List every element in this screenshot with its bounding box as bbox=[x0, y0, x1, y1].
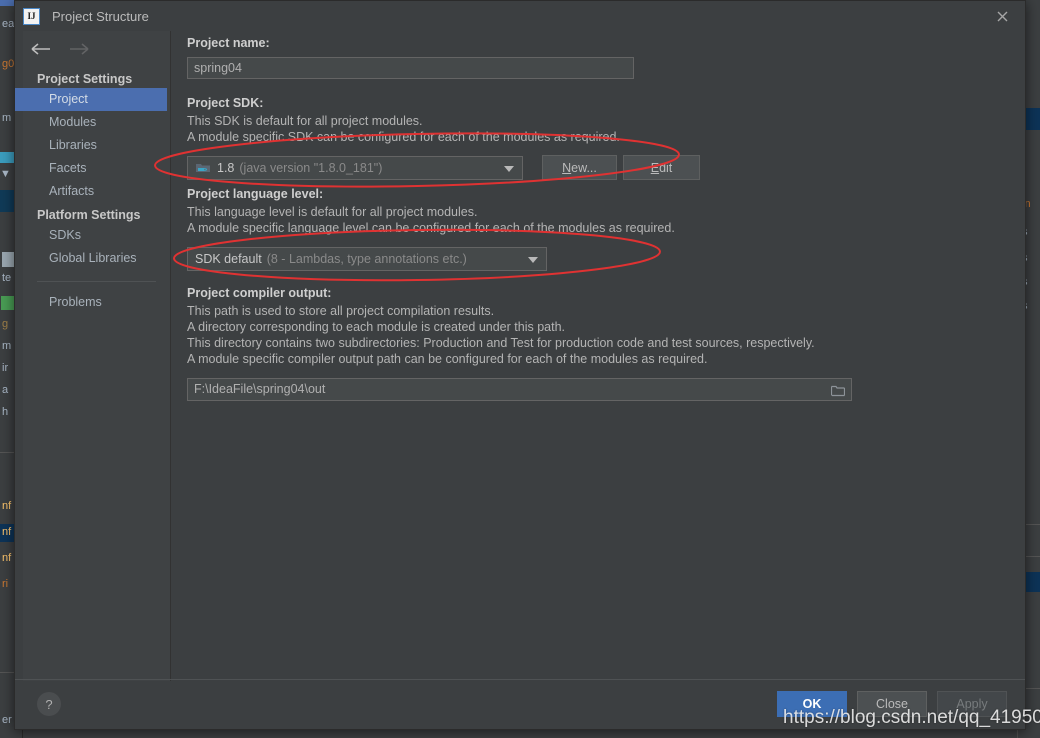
ide-text-fragment: te bbox=[2, 272, 12, 284]
edit-sdk-button[interactable]: Edit bbox=[623, 155, 700, 180]
ide-text-fragment: g bbox=[2, 318, 9, 330]
project-sdk-section: Project SDK: This SDK is default for all… bbox=[187, 96, 700, 180]
project-sdk-label: Project SDK: bbox=[187, 96, 264, 110]
project-compiler-output-description-line-3: This directory contains two subdirectori… bbox=[187, 336, 815, 350]
new-sdk-button-label-rest: ew... bbox=[571, 160, 597, 175]
project-compiler-output-row: F:\IdeaFile\spring04\out bbox=[187, 378, 852, 401]
navigation-arrows bbox=[23, 31, 170, 67]
ide-text-fragment: nf bbox=[2, 526, 12, 538]
sidebar-divider bbox=[37, 281, 156, 282]
project-language-level-description-line-1: This language level is default for all p… bbox=[187, 205, 478, 219]
ide-text-fragment: nf bbox=[2, 552, 12, 564]
nav-group-title-platform-settings: Platform Settings bbox=[37, 208, 141, 222]
project-language-level-combo[interactable]: SDK default (8 - Lambdas, type annotatio… bbox=[187, 247, 547, 271]
ide-text-fragment: g0 bbox=[2, 58, 15, 70]
project-compiler-output-description-line-4: A module specific compiler output path c… bbox=[187, 352, 708, 366]
project-structure-dialog: IJ Project Structure Project Settings Pr… bbox=[14, 0, 1026, 730]
project-name-section: Project name: spring04 bbox=[187, 36, 634, 79]
ide-text-fragment: er bbox=[2, 714, 12, 726]
project-language-level-label: Project language level: bbox=[187, 187, 324, 201]
project-language-level-value-detail: (8 - Lambdas, type annotations etc.) bbox=[266, 252, 467, 266]
ide-caret-fragment: ▼ bbox=[0, 168, 11, 180]
project-sdk-value: 1.8 bbox=[217, 160, 235, 175]
sidebar-item-project[interactable]: Project bbox=[15, 88, 167, 111]
edit-sdk-button-label-rest: dit bbox=[659, 160, 673, 175]
dialog-title: Project Structure bbox=[52, 8, 149, 24]
project-name-label: Project name: bbox=[187, 36, 270, 50]
close-icon[interactable] bbox=[987, 5, 1017, 27]
project-compiler-output-input[interactable]: F:\IdeaFile\spring04\out bbox=[187, 378, 852, 401]
project-settings-panel: Project name: spring04 Project SDK: This… bbox=[171, 31, 1025, 681]
ide-color-swatch bbox=[0, 152, 14, 163]
help-question-icon[interactable]: ? bbox=[37, 692, 61, 716]
sidebar-item-sdks[interactable]: SDKs bbox=[23, 224, 170, 247]
project-sdk-description-line-1: This SDK is default for all project modu… bbox=[187, 114, 423, 128]
dialog-titlebar: IJ Project Structure bbox=[15, 1, 1025, 31]
project-language-level-description-line-2: A module specific language level can be … bbox=[187, 221, 675, 235]
java-sdk-icon bbox=[195, 161, 211, 175]
project-compiler-output-description-line-2: A directory corresponding to each module… bbox=[187, 320, 565, 334]
project-name-input[interactable]: spring04 bbox=[187, 57, 634, 79]
edit-sdk-button-mnemonic: E bbox=[650, 160, 660, 175]
watermark-url: https://blog.csdn.net/qq_41950447 bbox=[783, 707, 1040, 728]
ide-text-fragment: ea bbox=[2, 18, 15, 30]
ide-text-fragment: a bbox=[2, 384, 9, 396]
ide-text-fragment: ir bbox=[2, 362, 9, 374]
sidebar-item-problems[interactable]: Problems bbox=[23, 291, 170, 314]
project-sdk-value-detail: (java version "1.8.0_181") bbox=[239, 160, 383, 175]
ide-text-fragment: h bbox=[2, 406, 9, 418]
dialog-body: Project Settings Project Modules Librari… bbox=[15, 31, 1025, 681]
chevron-down-icon[interactable] bbox=[528, 257, 538, 263]
project-language-level-value: SDK default bbox=[195, 252, 262, 266]
folder-browse-icon[interactable] bbox=[830, 384, 846, 402]
sidebar-item-global-libraries[interactable]: Global Libraries bbox=[23, 247, 170, 270]
sidebar-item-facets[interactable]: Facets bbox=[23, 157, 170, 180]
sidebar-item-artifacts[interactable]: Artifacts bbox=[23, 180, 170, 203]
sidebar-item-libraries[interactable]: Libraries bbox=[23, 134, 170, 157]
sidebar-item-modules[interactable]: Modules bbox=[23, 111, 170, 134]
chevron-down-icon[interactable] bbox=[504, 165, 514, 172]
intellij-idea-logo-icon: IJ bbox=[23, 7, 40, 25]
project-language-level-section: Project language level: This language le… bbox=[187, 187, 675, 271]
ide-text-fragment: m bbox=[2, 340, 12, 352]
arrow-right-icon[interactable] bbox=[69, 42, 89, 56]
arrow-left-icon[interactable] bbox=[31, 42, 51, 56]
ide-text-fragment: ri bbox=[2, 578, 9, 590]
project-sdk-combo[interactable]: 1.8 (java version "1.8.0_181") bbox=[187, 155, 523, 180]
project-language-level-row: SDK default (8 - Lambdas, type annotatio… bbox=[187, 247, 675, 271]
ide-text-fragment: m bbox=[2, 112, 12, 124]
nav-group-title-project-settings: Project Settings bbox=[37, 72, 133, 86]
project-compiler-output-section: Project compiler output: This path is us… bbox=[187, 286, 852, 401]
settings-sidebar: Project Settings Project Modules Librari… bbox=[15, 31, 171, 681]
new-sdk-button[interactable]: New... bbox=[542, 155, 617, 180]
ide-text-fragment: nf bbox=[2, 500, 12, 512]
project-sdk-description-line-2: A module specific SDK can be configured … bbox=[187, 130, 620, 144]
project-compiler-output-description-line-1: This path is used to store all project c… bbox=[187, 304, 495, 318]
project-sdk-row: 1.8 (java version "1.8.0_181") New... Ed… bbox=[187, 155, 700, 180]
project-compiler-output-label: Project compiler output: bbox=[187, 286, 332, 300]
new-sdk-button-mnemonic: N bbox=[562, 160, 572, 175]
